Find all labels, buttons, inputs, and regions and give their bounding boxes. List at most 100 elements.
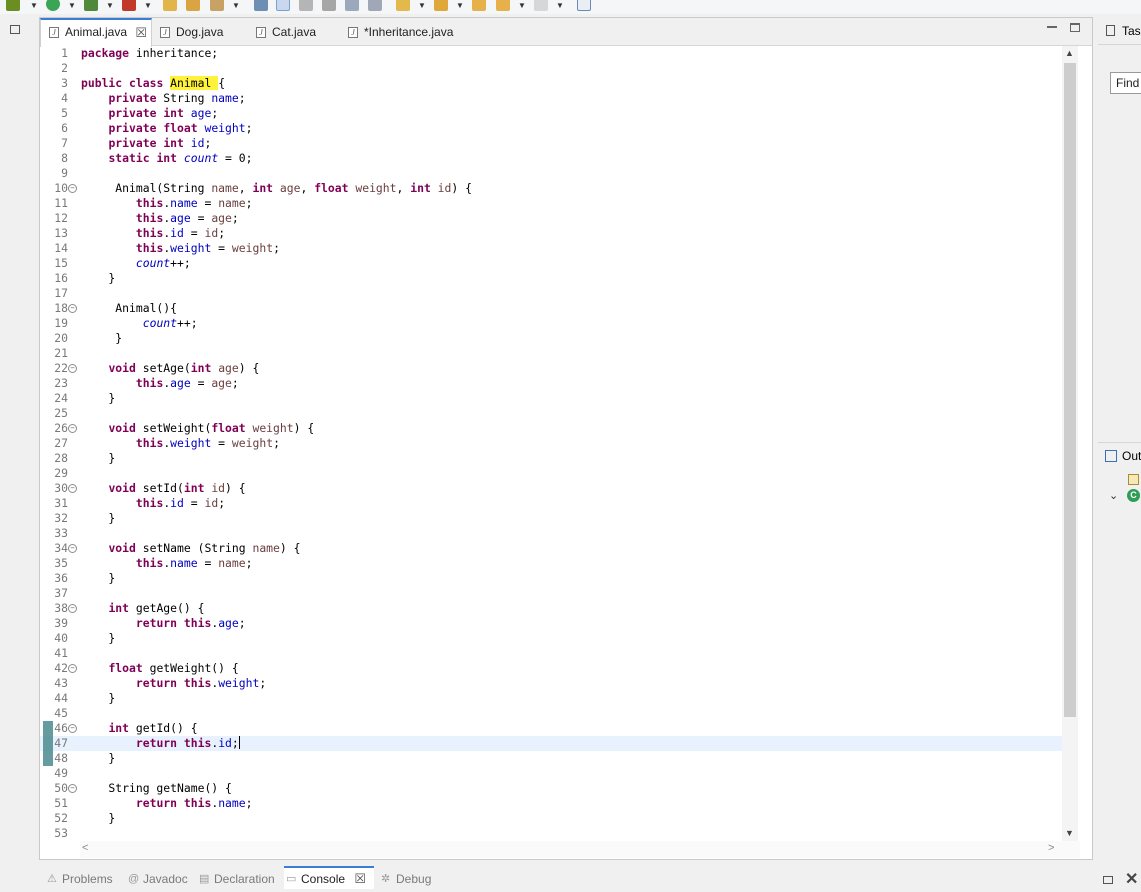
code-line[interactable]: 52 } [40,811,1062,826]
code-line[interactable]: 9 [40,166,1062,181]
toggle-block-selection-icon[interactable] [299,0,313,11]
code-line[interactable]: 4 private String name; [40,91,1062,106]
code-line[interactable]: 6 private float weight; [40,121,1062,136]
code-line[interactable]: 38− int getAge() { [40,601,1062,616]
open-task-icon[interactable] [186,0,200,11]
tab-declaration[interactable]: ▤ Declaration [197,866,275,889]
next-edit-icon[interactable] [434,0,448,11]
code-line[interactable]: 10− Animal(String name, int age, float w… [40,181,1062,196]
show-whitespace-icon[interactable] [322,0,336,11]
code-line[interactable]: 16 } [40,271,1062,286]
code-line[interactable]: 17 [40,286,1062,301]
debug-dropdown-icon[interactable]: ▼ [30,1,38,10]
code-line[interactable]: 7 private int id; [40,136,1062,151]
code-line[interactable]: 53 [40,826,1062,841]
code-line[interactable]: 36 } [40,571,1062,586]
code-line[interactable]: 5 private int age; [40,106,1062,121]
vertical-scrollbar[interactable]: ▲ ▼ [1062,46,1078,841]
code-line[interactable]: 20 } [40,331,1062,346]
class-icon[interactable]: C [1127,489,1140,502]
code-line[interactable]: 37 [40,586,1062,601]
code-line[interactable]: 21 [40,346,1062,361]
back-icon[interactable] [472,0,486,11]
chevron-down-icon[interactable]: ⌄ [1109,489,1118,502]
code-line[interactable]: 15 count++; [40,256,1062,271]
code-line[interactable]: 40 } [40,631,1062,646]
code-line[interactable]: 46− int getId() { [40,721,1062,736]
restore-view-icon[interactable] [10,25,20,34]
code-line[interactable]: 31 this.id = id; [40,496,1062,511]
tab-task-list[interactable]: Task List [1098,17,1141,45]
code-line[interactable]: 26− void setWeight(float weight) { [40,421,1062,436]
open-type-icon[interactable] [163,0,177,11]
close-icon[interactable]: ☒ [135,20,147,45]
paragraph-icon[interactable] [368,0,382,11]
tab-javadoc[interactable]: @ Javadoc [126,866,188,889]
scrollbar-thumb[interactable] [1064,63,1076,717]
code-line[interactable]: 3 public class Animal { [40,76,1062,91]
code-line[interactable]: 34− void setName (String name) { [40,541,1062,556]
external-tools-dropdown-icon[interactable]: ▼ [106,1,114,10]
search-dropdown-icon[interactable]: ▼ [232,1,240,10]
tab-console[interactable]: ▭ Console ☒ [284,866,375,889]
tab-dog-java[interactable]: J Dog.java [152,18,248,46]
fold-toggle-icon[interactable]: − [68,724,77,733]
code-line[interactable]: 47 return this.id; [40,736,1062,751]
code-line[interactable]: 18− Animal(){ [40,301,1062,316]
package-icon[interactable] [1128,474,1139,485]
code-line[interactable]: 48 } [40,751,1062,766]
minimize-icon[interactable] [1047,26,1057,28]
code-line[interactable]: 30− void setId(int id) { [40,481,1062,496]
forward-dropdown-icon[interactable]: ▼ [556,1,564,10]
tab-problems[interactable]: ⚠ Problems [45,866,113,889]
back-dropdown-icon[interactable]: ▼ [518,1,526,10]
fold-toggle-icon[interactable]: − [68,484,77,493]
tab-inheritance-java[interactable]: J *Inheritance.java [340,18,480,46]
code-line[interactable]: 45 [40,706,1062,721]
fold-toggle-icon[interactable]: − [68,544,77,553]
toggle-mark-occurrences-icon[interactable] [276,0,290,11]
fold-toggle-icon[interactable]: − [68,604,77,613]
code-line[interactable]: 2 [40,61,1062,76]
external-tools-icon[interactable] [84,0,98,11]
code-line[interactable]: 51 return this.name; [40,796,1062,811]
next-edit-dropdown-icon[interactable]: ▼ [456,1,464,10]
code-line[interactable]: 35 this.name = name; [40,556,1062,571]
code-line[interactable]: 42− float getWeight() { [40,661,1062,676]
minimize-icon[interactable] [1103,876,1113,884]
code-line[interactable]: 29 [40,466,1062,481]
code-line[interactable]: 11 this.name = name; [40,196,1062,211]
code-line[interactable]: 49 [40,766,1062,781]
run-icon[interactable] [46,0,60,11]
fold-toggle-icon[interactable]: − [68,664,77,673]
code-editor[interactable]: 1 package inheritance; 2 3 public class Anim… [40,46,1062,841]
tab-debug[interactable]: ✲ Debug [379,866,431,889]
code-line[interactable]: 39 return this.age; [40,616,1062,631]
code-line[interactable]: 44 } [40,691,1062,706]
back-history-icon[interactable] [496,0,510,11]
perspective-icon[interactable] [577,0,591,11]
code-line[interactable]: 12 this.age = age; [40,211,1062,226]
code-line[interactable]: 19 count++; [40,316,1062,331]
run-dropdown-icon[interactable]: ▼ [68,1,76,10]
annotation-dropdown-icon[interactable]: ▼ [418,1,426,10]
code-line[interactable]: 28 } [40,451,1062,466]
search-icon[interactable] [210,0,224,11]
fold-toggle-icon[interactable]: − [68,364,77,373]
code-line[interactable]: 8 static int count = 0; [40,151,1062,166]
code-line[interactable]: 25 [40,406,1062,421]
code-line[interactable]: 23 this.age = age; [40,376,1062,391]
code-line[interactable]: 22− void setAge(int age) { [40,361,1062,376]
code-line[interactable]: 32 } [40,511,1062,526]
scroll-down-icon[interactable]: ▼ [1065,828,1074,838]
tab-outline[interactable]: Outline [1098,442,1141,468]
close-icon[interactable]: ☒ [354,871,366,886]
code-line[interactable]: 27 this.weight = weight; [40,436,1062,451]
find-input[interactable]: Find [1110,72,1141,94]
horizontal-scrollbar[interactable]: < > [80,841,1080,858]
code-line[interactable]: 14 this.weight = weight; [40,241,1062,256]
fold-toggle-icon[interactable]: − [68,304,77,313]
code-line[interactable]: 50− String getName() { [40,781,1062,796]
close-icon[interactable]: ✕ [1125,869,1138,889]
code-line[interactable]: 13 this.id = id; [40,226,1062,241]
